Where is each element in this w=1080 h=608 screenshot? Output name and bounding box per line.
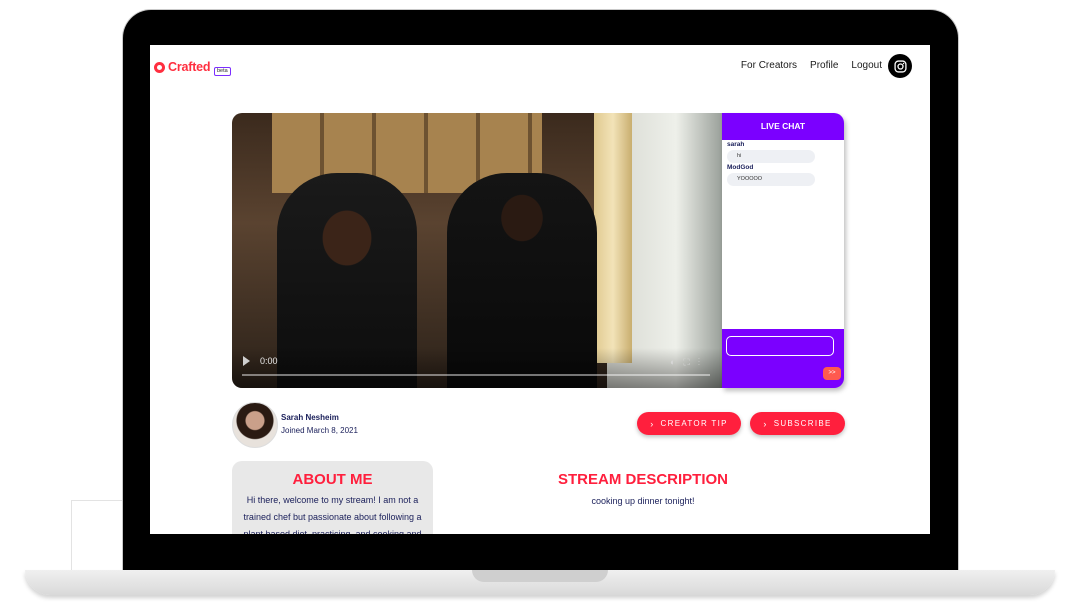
creator-name: Sarah Nesheim xyxy=(281,413,339,422)
nav-logout[interactable]: Logout xyxy=(851,60,882,71)
video-fullscreen-icon[interactable]: ◐⛶⋮ xyxy=(670,357,708,368)
nav-for-creators[interactable]: For Creators xyxy=(741,60,797,71)
play-icon[interactable] xyxy=(243,356,250,366)
subscribe-label: SUBSCRIBE xyxy=(773,419,832,428)
chat-messages: sarah hi ModGod YOOOOO xyxy=(722,140,844,329)
about-me-text: Hi there, welcome to my stream! I am not… xyxy=(243,495,422,534)
brand-logo[interactable]: Crafted xyxy=(154,57,211,77)
instagram-icon[interactable] xyxy=(888,54,912,78)
stream-description-title: STREAM DESCRIPTION xyxy=(557,471,728,488)
chat-message-text: YOOOOO xyxy=(727,173,815,186)
video-progress-bar[interactable] xyxy=(242,374,710,376)
chat-message: ModGod YOOOOO xyxy=(722,163,844,186)
creator-tip-button[interactable]: › CREATOR TIP xyxy=(637,412,741,435)
chevron-right-icon: › xyxy=(763,418,768,429)
laptop-notch xyxy=(472,570,608,582)
creator-joined-date: Joined March 8, 2021 xyxy=(281,426,358,435)
about-me-card: ABOUT ME Hi there, welcome to my stream!… xyxy=(232,461,433,534)
laptop-screen: Crafted beta For Creators Profile Logout… xyxy=(150,45,930,534)
brand-name: Crafted xyxy=(168,60,211,74)
video-controls: 0:00 ◐⛶⋮ xyxy=(232,348,722,388)
chat-input[interactable] xyxy=(726,336,834,356)
subscribe-button[interactable]: › SUBSCRIBE xyxy=(750,412,845,435)
live-chat-panel: LIVE CHAT sarah hi ModGod YOOOOO >> xyxy=(722,113,844,388)
chat-username: ModGod xyxy=(727,164,754,171)
beta-badge: beta xyxy=(214,67,231,76)
stream-description-text: cooking up dinner tonight! xyxy=(591,496,695,506)
video-time: 0:00 xyxy=(260,356,278,366)
live-chat-title: LIVE CHAT xyxy=(760,121,806,131)
chat-send-button[interactable]: >> xyxy=(823,367,841,380)
chat-username: sarah xyxy=(727,141,745,148)
creator-tip-label: CREATOR TIP xyxy=(660,419,728,428)
creator-avatar[interactable] xyxy=(232,402,278,448)
video-frame-curtain xyxy=(594,113,632,363)
top-nav: For Creators Profile Logout xyxy=(741,60,882,71)
chevron-right-icon: › xyxy=(650,418,655,429)
background-panel xyxy=(71,500,124,572)
chat-message-text: hi xyxy=(727,150,815,163)
chat-message: sarah hi xyxy=(722,140,844,163)
nav-profile[interactable]: Profile xyxy=(810,60,838,71)
video-player[interactable]: 0:00 ◐⛶⋮ xyxy=(232,113,722,388)
brand-mark-icon xyxy=(154,61,165,73)
about-me-title: ABOUT ME xyxy=(292,471,373,488)
